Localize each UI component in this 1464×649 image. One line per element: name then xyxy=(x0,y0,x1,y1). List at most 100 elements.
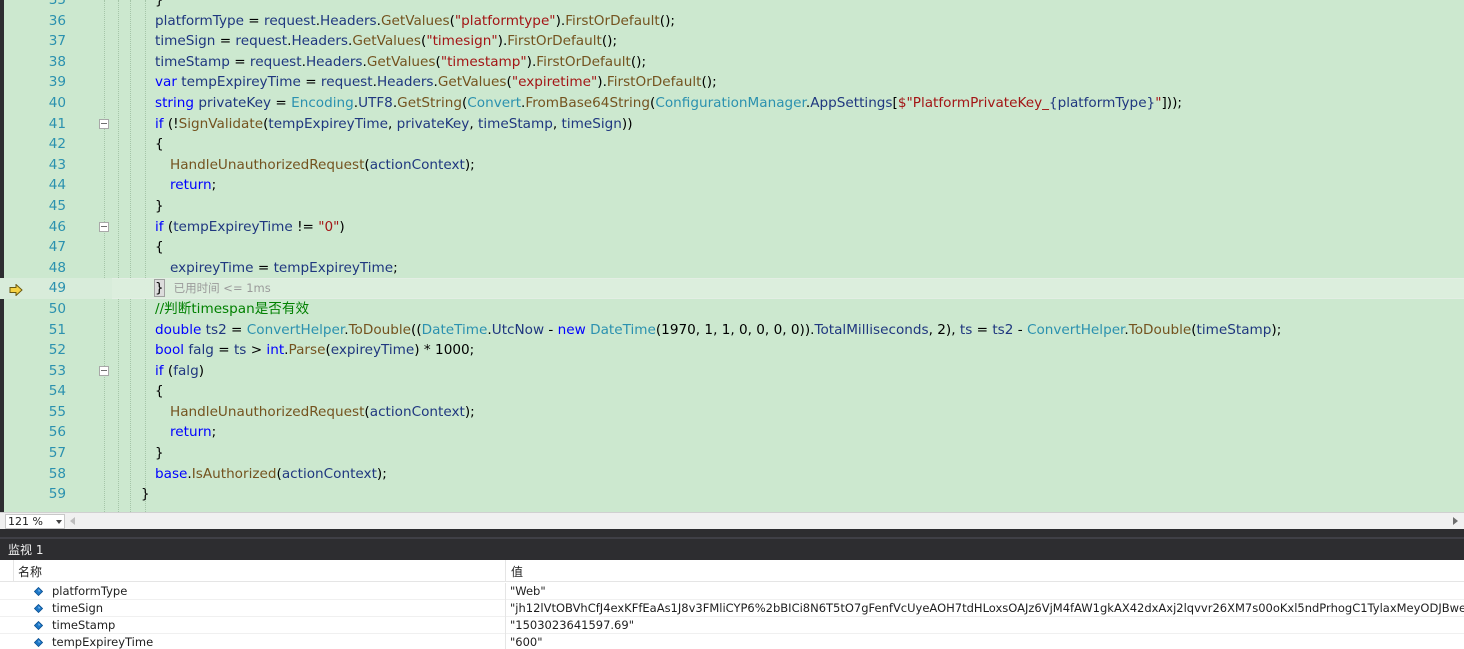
code-text[interactable]: expireyTime = tempExpireyTime; xyxy=(170,258,398,279)
code-line[interactable]: 42 { xyxy=(0,134,1464,155)
code-token: ; xyxy=(211,177,217,194)
code-line[interactable]: 47 { xyxy=(0,237,1464,258)
code-text[interactable]: { xyxy=(155,134,164,155)
code-line[interactable]: 51 double ts2 = ConvertHelper.ToDouble((D… xyxy=(0,320,1464,341)
code-text[interactable]: HandleUnauthorizedRequest(actionContext)… xyxy=(170,155,475,176)
code-line[interactable]: 46 if (tempExpireyTime != "0") xyxy=(0,217,1464,238)
code-line[interactable]: 58 base.IsAuthorized(actionContext); xyxy=(0,464,1464,485)
code-text[interactable]: } 已用时间 <= 1ms xyxy=(154,278,271,299)
code-line[interactable]: 57} xyxy=(0,443,1464,464)
code-text[interactable]: { xyxy=(155,237,164,258)
code-line[interactable]: 36 platformType = request.Headers.GetValu… xyxy=(0,11,1464,32)
code-token: ])); xyxy=(1161,94,1182,111)
column-header-name[interactable]: 名称 xyxy=(18,563,42,580)
code-token: ); xyxy=(464,403,475,420)
code-text[interactable]: if (falg) xyxy=(155,361,204,382)
code-line[interactable]: 38 timeStamp = request.Headers.GetValues(… xyxy=(0,52,1464,73)
code-line[interactable]: 50 //判断timespan是否有效 xyxy=(0,299,1464,320)
column-divider[interactable] xyxy=(505,560,506,582)
watch-row[interactable]: timeSign "jh12lVtOBVhCfJ4exKFfEaAs1J8v3FM… xyxy=(0,600,1464,617)
panel-splitter[interactable] xyxy=(0,529,1464,537)
code-text[interactable]: var tempExpireyTime = request.Headers.Ge… xyxy=(155,72,717,93)
code-line[interactable]: 35} xyxy=(0,0,1464,11)
collapse-minus-icon[interactable] xyxy=(99,365,109,376)
code-line[interactable]: 59} xyxy=(0,484,1464,505)
code-token: new xyxy=(557,321,586,338)
watch-row-value[interactable]: "Web" xyxy=(510,584,1464,598)
code-line[interactable]: 45} xyxy=(0,196,1464,217)
line-number: 42 xyxy=(48,136,66,153)
line-number: 43 xyxy=(48,156,66,173)
scroll-right-icon[interactable] xyxy=(1453,517,1458,525)
code-token: tempExpireyTime xyxy=(268,115,388,132)
code-line[interactable]: 56 return; xyxy=(0,422,1464,443)
code-line[interactable]: 37 timeSign = request.Headers.GetValues("… xyxy=(0,31,1464,52)
code-token: != xyxy=(292,218,319,235)
line-number: 58 xyxy=(48,465,66,482)
code-text[interactable]: string privateKey = Encoding.UTF8.GetStr… xyxy=(155,93,1182,114)
code-token: ); xyxy=(376,465,387,482)
code-text[interactable]: return; xyxy=(170,175,216,196)
code-line[interactable]: 43 HandleUnauthorizedRequest(actionContex… xyxy=(0,155,1464,176)
watch-row[interactable]: tempExpireyTime "600" xyxy=(0,634,1464,649)
watch-grid[interactable]: 名称 值 platformType "Web" timeSign "jh12lVtOB… xyxy=(0,560,1464,649)
code-token: {platformType} xyxy=(1048,94,1156,111)
line-number: 46 xyxy=(48,218,66,235)
code-line[interactable]: 55 HandleUnauthorizedRequest(actionContex… xyxy=(0,402,1464,423)
column-divider xyxy=(505,617,506,634)
watch-panel-title-bar[interactable]: 监视 1 xyxy=(0,537,1464,560)
zoom-value: 121 % xyxy=(8,515,43,528)
line-number: 51 xyxy=(48,321,66,338)
code-text[interactable]: bool falg = ts > int.Parse(expireyTime) … xyxy=(155,340,474,361)
watch-row[interactable]: platformType "Web" xyxy=(0,583,1464,600)
code-line-current[interactable]: 49} 已用时间 <= 1ms xyxy=(0,278,1464,299)
code-token: GetValues xyxy=(366,53,436,70)
code-text[interactable]: } xyxy=(141,484,150,505)
code-text[interactable]: HandleUnauthorizedRequest(actionContext)… xyxy=(170,402,475,423)
watch-row-name: timeSign xyxy=(52,601,104,615)
watch-row-value[interactable]: "1503023641597.69" xyxy=(510,618,1464,632)
code-line[interactable]: 40 string privateKey = Encoding.UTF8.GetS… xyxy=(0,93,1464,114)
column-header-value[interactable]: 值 xyxy=(511,563,523,580)
scroll-left-icon[interactable] xyxy=(70,517,75,525)
code-token: )) xyxy=(621,115,633,132)
code-token: { xyxy=(155,136,164,153)
watch-row[interactable]: timeStamp "1503023641597.69" xyxy=(0,617,1464,634)
collapse-minus-icon[interactable] xyxy=(99,221,109,232)
zoom-dropdown[interactable]: 121 % xyxy=(5,514,65,529)
code-line[interactable]: 39 var tempExpireyTime = request.Headers.… xyxy=(0,72,1464,93)
code-token: request xyxy=(264,12,316,29)
code-text[interactable]: double ts2 = ConvertHelper.ToDouble((Dat… xyxy=(155,320,1281,341)
code-text[interactable]: if (tempExpireyTime != "0") xyxy=(155,217,345,238)
code-token: ( xyxy=(163,218,174,235)
code-line[interactable]: 53 if (falg) xyxy=(0,361,1464,382)
code-editor[interactable]: 35} 36 platformType = request.Headers.GetV… xyxy=(0,0,1464,512)
code-line[interactable]: 44 return; xyxy=(0,175,1464,196)
code-text[interactable]: base.IsAuthorized(actionContext); xyxy=(155,464,387,485)
code-token: FirstOrDefault xyxy=(565,12,660,29)
collapse-minus-icon[interactable] xyxy=(99,118,109,129)
field-diamond-icon xyxy=(34,638,43,647)
code-text[interactable]: return; xyxy=(170,422,216,443)
code-text[interactable]: if (!SignValidate(tempExpireyTime, priva… xyxy=(155,114,633,135)
code-token: GetValues xyxy=(352,33,421,50)
editor-status-bar: 121 % xyxy=(0,512,1464,529)
code-token: return xyxy=(170,424,212,441)
code-text[interactable]: } xyxy=(155,196,164,217)
code-token: Encoding xyxy=(291,94,354,111)
code-text[interactable]: //判断timespan是否有效 xyxy=(155,299,309,320)
code-text[interactable]: platformType = request.Headers.GetValues… xyxy=(155,11,675,32)
code-line[interactable]: 52 bool falg = ts > int.Parse(expireyTime… xyxy=(0,340,1464,361)
code-line[interactable]: 54 { xyxy=(0,381,1464,402)
watch-row-name: tempExpireyTime xyxy=(52,635,154,649)
watch-row-value[interactable]: "600" xyxy=(510,635,1464,649)
code-text[interactable]: } xyxy=(155,443,164,464)
code-text[interactable]: timeStamp = request.Headers.GetValues("t… xyxy=(155,52,646,73)
code-line[interactable]: 48 expireyTime = tempExpireyTime; xyxy=(0,258,1464,279)
code-line[interactable]: 41 if (!SignValidate(tempExpireyTime, pri… xyxy=(0,114,1464,135)
code-text[interactable]: timeSign = request.Headers.GetValues("ti… xyxy=(155,31,617,52)
code-lines[interactable]: 35} 36 platformType = request.Headers.GetV… xyxy=(0,0,1464,505)
code-text[interactable]: } xyxy=(155,0,164,11)
code-text[interactable]: { xyxy=(155,381,164,402)
watch-row-value[interactable]: "jh12lVtOBVhCfJ4exKFfEaAs1J8v3FMliCYP6%2… xyxy=(510,601,1464,615)
